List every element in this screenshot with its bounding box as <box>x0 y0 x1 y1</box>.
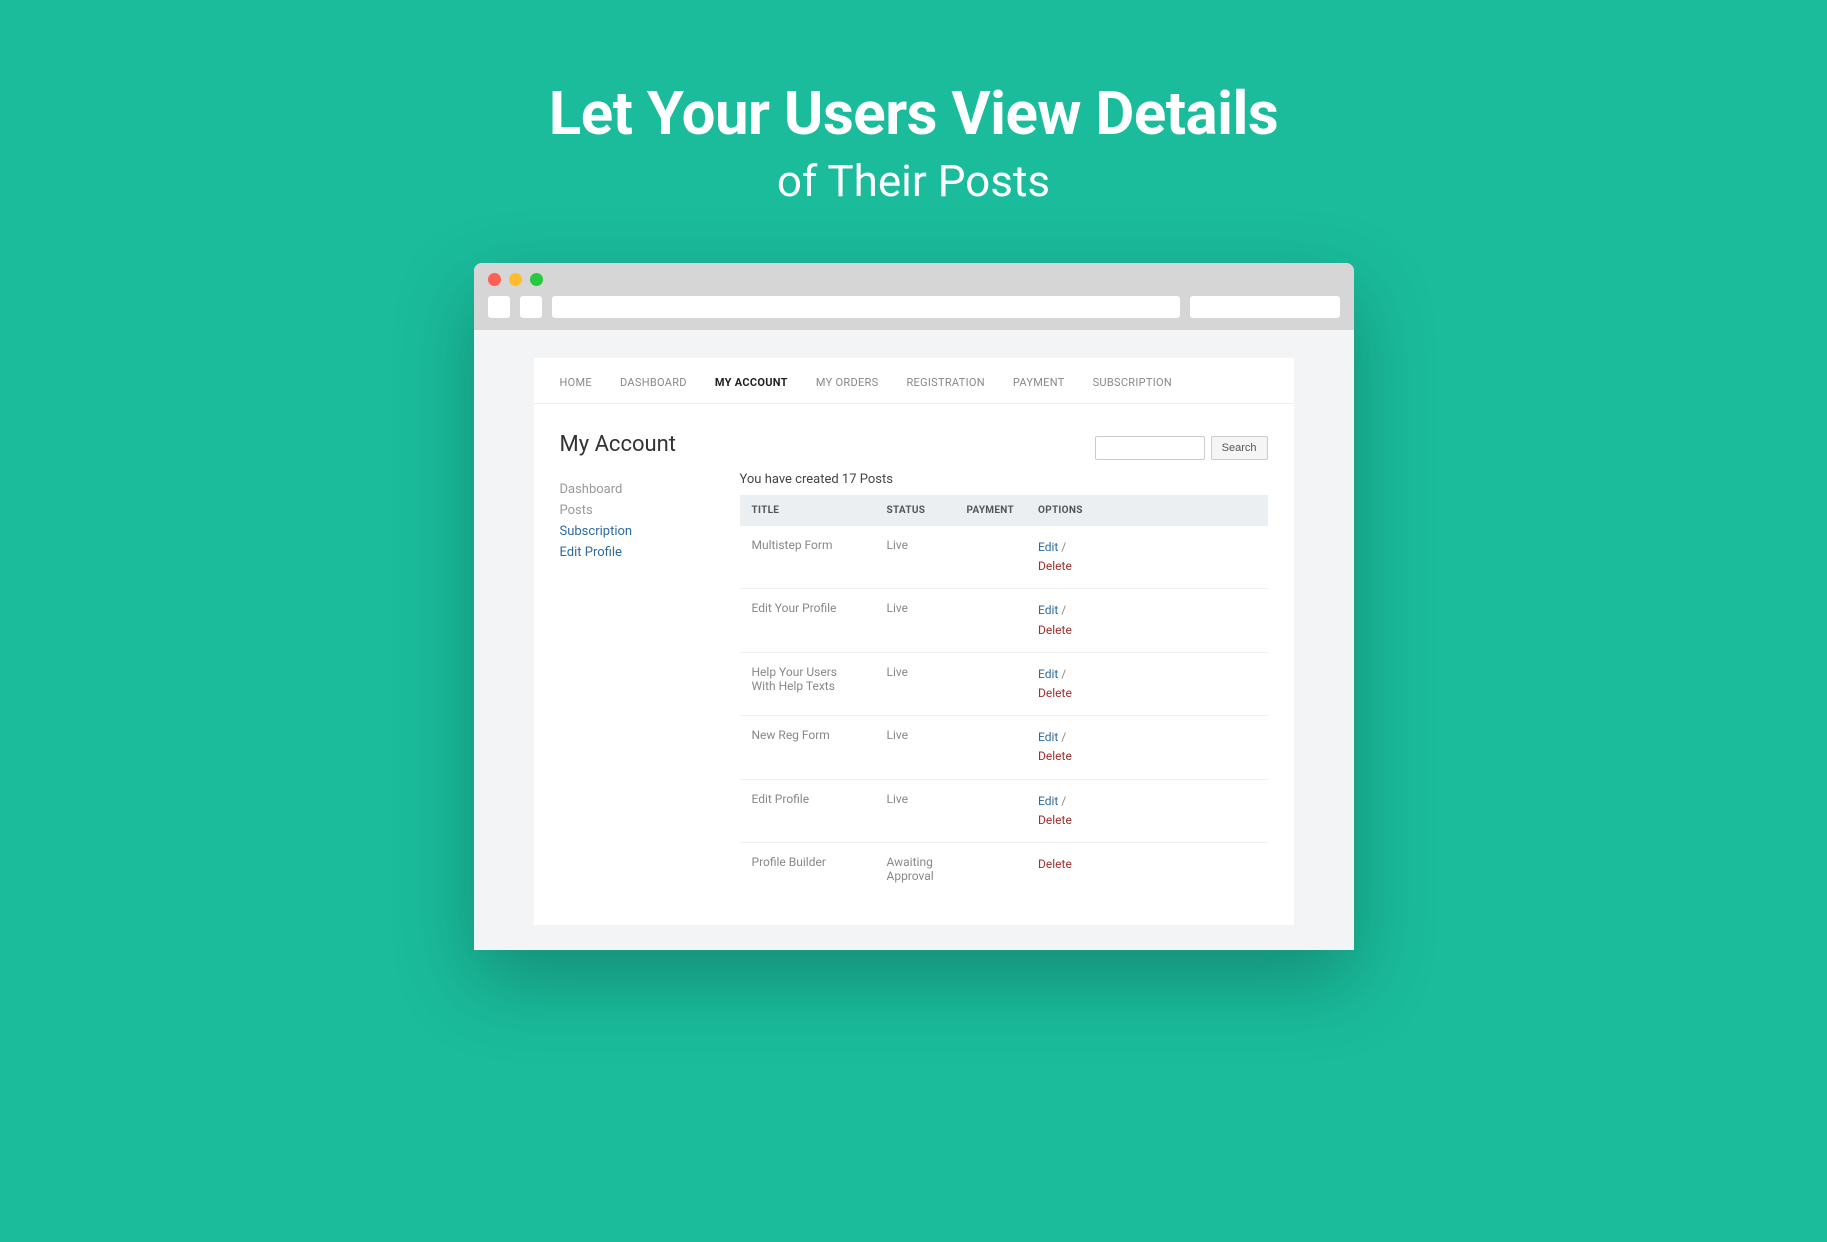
post-title: Edit Profile <box>740 779 875 842</box>
page-title: My Account <box>560 432 700 457</box>
post-payment <box>955 716 1027 779</box>
table-row: Edit ProfileLive Edit / Delete <box>740 779 1268 842</box>
separator: / <box>1058 667 1066 681</box>
separator: / <box>1058 540 1066 554</box>
post-status: Live <box>875 589 955 652</box>
col-status: STATUS <box>875 495 955 526</box>
table-row: Edit Your ProfileLive Edit / Delete <box>740 589 1268 652</box>
post-status: Awaiting Approval <box>875 842 955 895</box>
post-title: Profile Builder <box>740 842 875 895</box>
delete-link[interactable]: Delete <box>1038 857 1072 871</box>
search-input[interactable] <box>1095 436 1205 460</box>
hero-subheading: of Their Posts <box>0 155 1827 207</box>
maximize-icon[interactable] <box>530 273 543 286</box>
search-button[interactable]: Search <box>1211 436 1268 460</box>
minimize-icon[interactable] <box>509 273 522 286</box>
separator: / <box>1058 730 1066 744</box>
separator: / <box>1058 603 1066 617</box>
posts-count-heading: You have created 17 Posts <box>740 472 1268 487</box>
table-row: Profile BuilderAwaiting Approval Delete <box>740 842 1268 895</box>
post-status: Live <box>875 716 955 779</box>
nav-item[interactable]: MY ACCOUNT <box>715 376 788 389</box>
edit-link[interactable]: Edit <box>1038 794 1058 808</box>
col-title: TITLE <box>740 495 875 526</box>
post-options: Delete <box>1026 842 1268 895</box>
top-nav: HOME DASHBOARD MY ACCOUNT MY ORDERS REGISTRA… <box>534 358 1294 404</box>
browser-toolbar <box>488 296 1340 318</box>
nav-item[interactable]: REGISTRATION <box>906 376 984 389</box>
post-options: Edit / Delete <box>1026 526 1268 589</box>
browser-tab[interactable] <box>488 296 510 318</box>
nav-item[interactable]: SUBSCRIPTION <box>1093 376 1173 389</box>
sidebar-item[interactable]: Subscription <box>560 521 700 542</box>
edit-link[interactable]: Edit <box>1038 730 1058 744</box>
sidebar-item: Posts <box>560 500 700 521</box>
page-content: HOME DASHBOARD MY ACCOUNT MY ORDERS REGISTRA… <box>474 330 1354 950</box>
post-options: Edit / Delete <box>1026 716 1268 779</box>
nav-item[interactable]: PAYMENT <box>1013 376 1065 389</box>
table-row: Multistep FormLive Edit / Delete <box>740 526 1268 589</box>
nav-item[interactable]: DASHBOARD <box>620 376 687 389</box>
delete-link[interactable]: Delete <box>1038 623 1072 637</box>
post-title: Multistep Form <box>740 526 875 589</box>
post-options: Edit / Delete <box>1026 779 1268 842</box>
browser-chrome <box>474 263 1354 330</box>
hero-heading: Let Your Users View Details <box>0 78 1827 149</box>
browser-search[interactable] <box>1190 296 1340 318</box>
sidebar-item[interactable]: Edit Profile <box>560 542 700 563</box>
delete-link[interactable]: Delete <box>1038 559 1072 573</box>
post-payment <box>955 652 1027 715</box>
table-row: Help Your Users With Help TextsLive Edit … <box>740 652 1268 715</box>
post-options: Edit / Delete <box>1026 652 1268 715</box>
address-bar[interactable] <box>552 296 1180 318</box>
table-row: New Reg FormLive Edit / Delete <box>740 716 1268 779</box>
browser-tab[interactable] <box>520 296 542 318</box>
delete-link[interactable]: Delete <box>1038 813 1072 827</box>
post-payment <box>955 526 1027 589</box>
post-title: New Reg Form <box>740 716 875 779</box>
separator: / <box>1058 794 1066 808</box>
delete-link[interactable]: Delete <box>1038 686 1072 700</box>
post-status: Live <box>875 526 955 589</box>
hero-title: Let Your Users View Details of Their Pos… <box>0 0 1827 207</box>
posts-table: TITLE STATUS PAYMENT OPTIONS Multistep F… <box>740 495 1268 895</box>
side-nav: DashboardPostsSubscriptionEdit Profile <box>560 479 700 563</box>
post-status: Live <box>875 652 955 715</box>
edit-link[interactable]: Edit <box>1038 603 1058 617</box>
nav-item[interactable]: HOME <box>560 376 592 389</box>
edit-link[interactable]: Edit <box>1038 667 1058 681</box>
post-title: Help Your Users With Help Texts <box>740 652 875 715</box>
search-area: Search <box>1095 436 1268 460</box>
post-payment <box>955 589 1027 652</box>
window-controls <box>488 273 1340 286</box>
content-card: HOME DASHBOARD MY ACCOUNT MY ORDERS REGISTRA… <box>534 358 1294 925</box>
col-options: OPTIONS <box>1026 495 1268 526</box>
post-title: Edit Your Profile <box>740 589 875 652</box>
close-icon[interactable] <box>488 273 501 286</box>
post-payment <box>955 842 1027 895</box>
post-status: Live <box>875 779 955 842</box>
post-options: Edit / Delete <box>1026 589 1268 652</box>
col-payment: PAYMENT <box>955 495 1027 526</box>
sidebar-item: Dashboard <box>560 479 700 500</box>
nav-item[interactable]: MY ORDERS <box>816 376 879 389</box>
edit-link[interactable]: Edit <box>1038 540 1058 554</box>
browser-window: HOME DASHBOARD MY ACCOUNT MY ORDERS REGISTRA… <box>474 263 1354 950</box>
post-payment <box>955 779 1027 842</box>
delete-link[interactable]: Delete <box>1038 749 1072 763</box>
